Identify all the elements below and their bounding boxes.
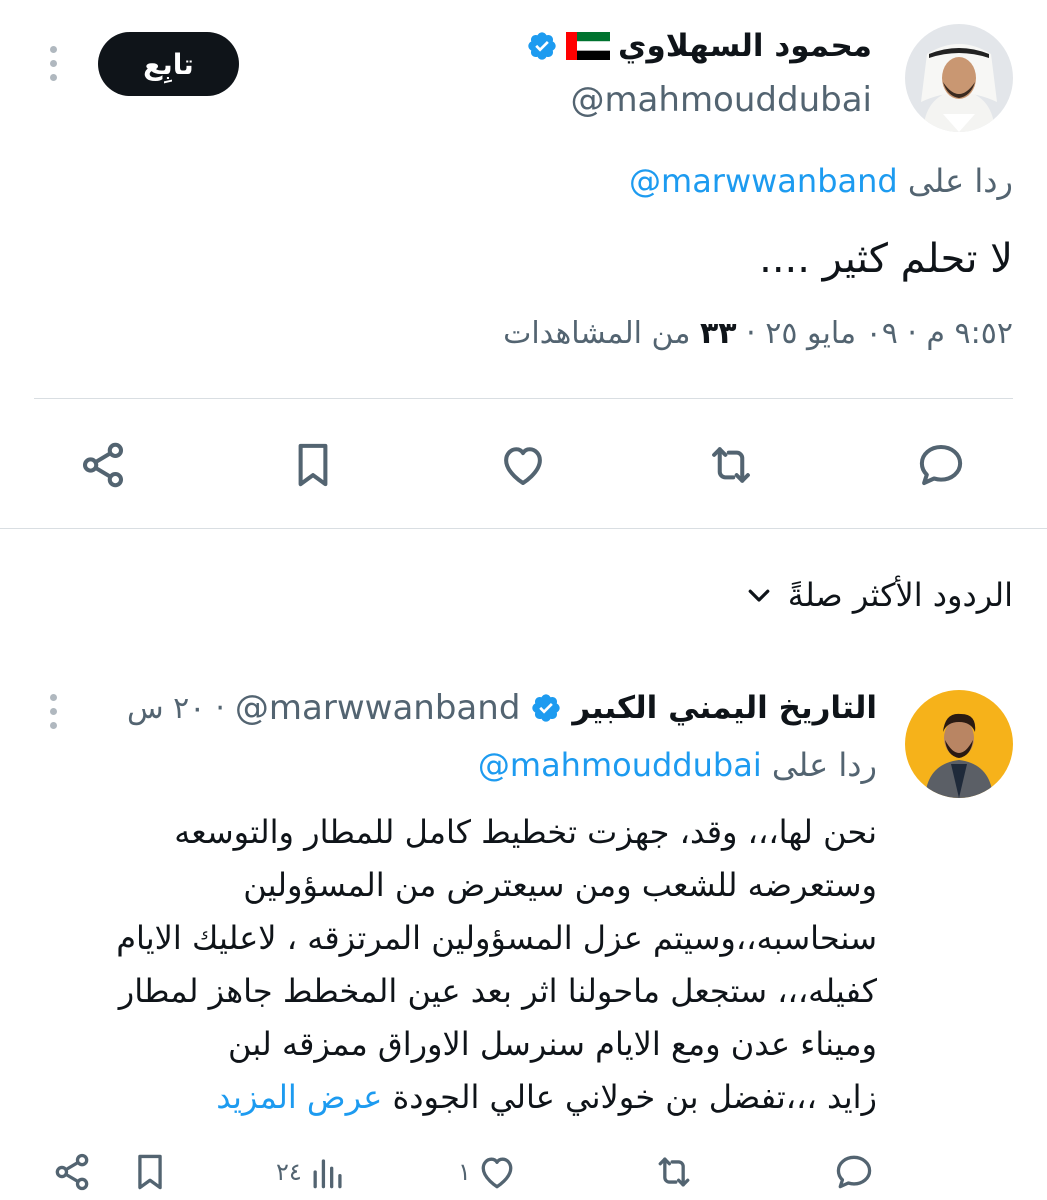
share-icon: [55, 1153, 89, 1191]
views-icon: [313, 1159, 342, 1189]
reply-text-last: زايد ،،،تفضل بن خولاني عالي الجودة: [392, 1078, 877, 1116]
reply-icon: [919, 444, 963, 486]
reply-author-name[interactable]: التاريخ اليمني الكبير: [572, 690, 877, 726]
bookmark-button[interactable]: [286, 438, 340, 492]
replies-sort-toggle[interactable]: الردود الأكثر صلةً: [744, 576, 1013, 614]
tweet-text: لا تحلم كثير ....: [759, 236, 1013, 282]
views-count: ٣٣: [699, 316, 737, 351]
bookmark-icon: [298, 443, 328, 487]
reply-text-line: وميناء عدن ومع الايام سنرسل الاوراق ممزق…: [228, 1025, 877, 1063]
views-label: من المشاهدات: [503, 316, 700, 351]
like-icon: [504, 447, 542, 486]
separator-dot: ·: [215, 690, 225, 726]
reply-text-line: سنحاسبه،،وسيتم عزل المسؤولين المرتزقه ، …: [116, 919, 877, 957]
reply-text-line: كفيله،،، ستجعل ماحولنا اثر بعد عين المخط…: [118, 972, 877, 1010]
reply-text-line: نحن لها،،، وقد، جهزت تخطيط كامل للمطار و…: [174, 813, 877, 851]
like-button[interactable]: [496, 438, 550, 492]
replying-prefix: ردا على: [771, 746, 877, 784]
show-more-link[interactable]: عرض المزيد: [216, 1078, 382, 1116]
uae-flag-icon: [566, 32, 611, 60]
tweet-datetime[interactable]: ٩:٥٢ م · ٠٩ مايو ٢٥ ·: [737, 316, 1013, 351]
tweet-meta: ٩:٥٢ م · ٠٩ مايو ٢٥ · ٣٣ من المشاهدات: [503, 316, 1013, 351]
replying-mention[interactable]: @mahmouddubai: [478, 746, 762, 784]
replies-sort-label: الردود الأكثر صلةً: [787, 576, 1013, 614]
retweet-button[interactable]: [704, 438, 758, 492]
reply-share-button[interactable]: [50, 1150, 94, 1194]
reply-text-line: زايد ،،،تفضل بن خولاني عالي الجودة عرض ا…: [47, 1071, 877, 1124]
replying-mention[interactable]: @marwwanband: [629, 162, 898, 200]
author-handle[interactable]: @mahmouddubai: [570, 80, 872, 120]
replying-to: ردا على @marwwanband: [629, 162, 1013, 200]
reply-avatar[interactable]: [905, 690, 1013, 798]
follow-button[interactable]: تابِع: [98, 32, 239, 96]
reply-bookmark-button[interactable]: [128, 1150, 172, 1194]
share-icon: [82, 442, 124, 488]
reply-like-button[interactable]: ١: [458, 1150, 519, 1194]
more-options-icon[interactable]: [50, 694, 57, 729]
reply-time[interactable]: ٢٠ س: [127, 691, 205, 726]
views-count: ٢٤: [276, 1158, 302, 1186]
share-button[interactable]: [76, 438, 130, 492]
divider: [0, 528, 1047, 529]
likes-count: ١: [458, 1158, 471, 1186]
replying-prefix: ردا على: [907, 162, 1013, 200]
retweet-icon: [712, 447, 750, 483]
author-avatar[interactable]: [905, 24, 1013, 132]
retweet-icon: [658, 1157, 690, 1187]
bookmark-icon: [138, 1154, 162, 1190]
like-icon: [481, 1157, 513, 1189]
verified-badge-icon: [530, 692, 562, 724]
reply-views-button[interactable]: ٢٤: [276, 1150, 350, 1194]
reply-text: نحن لها،،، وقد، جهزت تخطيط كامل للمطار و…: [47, 806, 877, 1124]
reply-button[interactable]: [914, 438, 968, 492]
reply-author-handle[interactable]: @marwwanband: [235, 688, 520, 728]
divider: [34, 398, 1013, 399]
reply-text-line: وستعرضه للشعب ومن سيعترض من المسؤولين: [243, 866, 877, 904]
reply-retweet-button[interactable]: [652, 1150, 696, 1194]
reply-replying-to: ردا على @mahmouddubai: [478, 746, 877, 784]
author-name[interactable]: محمود السهلاوي: [618, 28, 872, 64]
reply-reply-button[interactable]: [832, 1150, 876, 1194]
chevron-down-icon: [748, 589, 770, 602]
verified-badge-icon: [526, 30, 558, 62]
reply-icon: [836, 1155, 872, 1189]
more-options-icon[interactable]: [50, 46, 57, 81]
